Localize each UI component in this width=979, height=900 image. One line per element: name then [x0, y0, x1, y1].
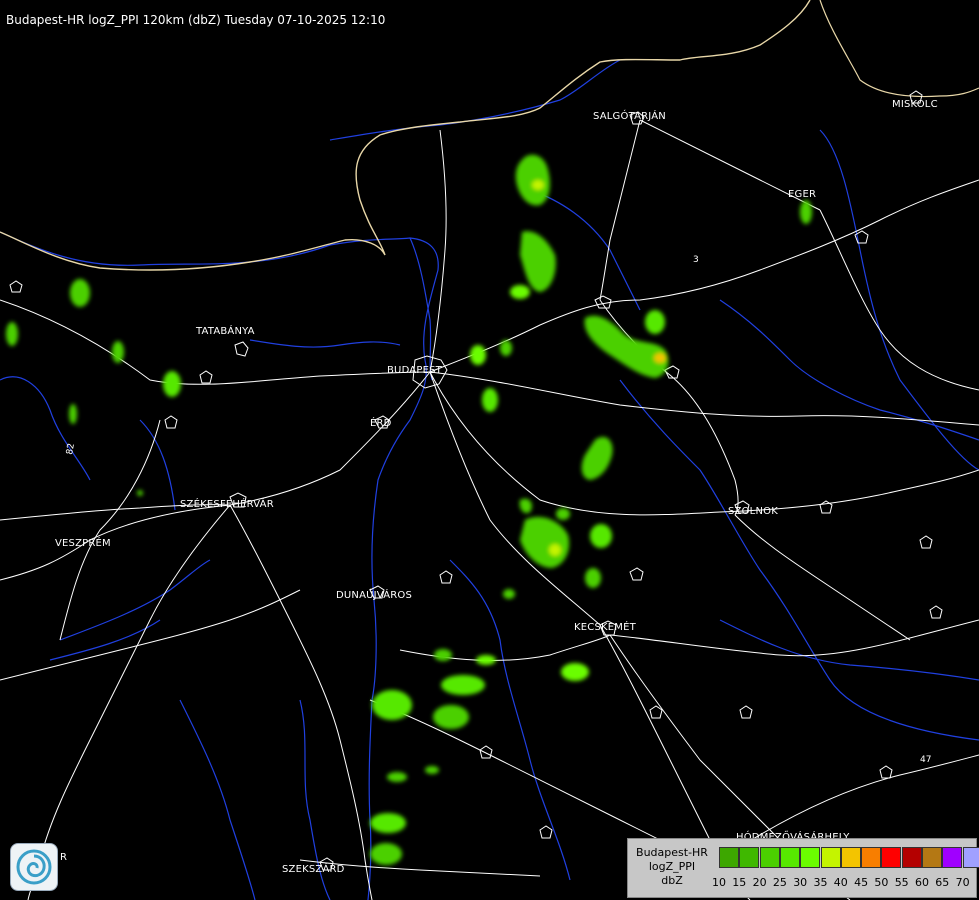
legend-swatch-50: [881, 847, 902, 868]
rivers: [0, 59, 979, 900]
city-label-erd: ÉRD: [370, 418, 392, 429]
legend-swatch-15: [739, 847, 760, 868]
roads: [0, 119, 979, 900]
city-label-szolnok: SZOLNOK: [728, 506, 778, 517]
city-label-eger: EGER: [788, 189, 817, 200]
dbz-legend: Budapest-HR logZ_PPI dbZ 10 15 20 25 30 35 40 4…: [627, 838, 979, 898]
legend-swatch-65: [942, 847, 963, 868]
legend-tick-70: 70: [955, 876, 970, 889]
legend-swatch-40: [840, 847, 861, 868]
road-number: 82: [65, 443, 77, 456]
radar-echoes: [6, 154, 812, 865]
omsz-logo: [10, 843, 58, 891]
legend-unit: dbZ: [661, 874, 683, 887]
legend-swatch-30: [800, 847, 821, 868]
legend-radar-name: Budapest-HR: [636, 846, 708, 859]
city-label-szekszard: SZEKSZÁRD: [282, 864, 345, 875]
city-label-veszprem: VESZPRÉM: [55, 538, 111, 549]
legend-product: logZ_PPI: [648, 860, 696, 873]
legend-swatch-45: [861, 847, 882, 868]
map-title: Budapest-HR logZ_PPI 120km (dbZ) Tuesday…: [6, 13, 386, 27]
city-label-szekesfehervar: SZÉKESFEHÉRVÁR: [180, 499, 274, 510]
city-label-dunaujvaros: DUNAÚJVÁROS: [336, 590, 413, 601]
country-border: [0, 0, 811, 271]
city-label-miskolc: MISKOLC: [892, 99, 938, 110]
legend-swatch-55: [901, 847, 922, 868]
road-number: 3: [693, 255, 699, 265]
radar-map: 82 3 47: [0, 0, 979, 900]
legend-swatch-70: [962, 847, 979, 868]
legend-swatch-20: [759, 847, 780, 868]
city-label-budapest: BUDAPEST: [387, 365, 442, 376]
city-label-kecskemet: KECSKEMÉT: [574, 622, 636, 633]
road-number: 47: [920, 755, 931, 765]
legend-swatch-10: [719, 847, 739, 868]
city-label-tatabanya: TATABÁNYA: [196, 326, 255, 337]
legend-label: Budapest-HR logZ_PPI dbZ: [630, 846, 714, 888]
city-label-salgotarjan: SALGÓTARJÁN: [593, 111, 666, 122]
legend-swatch-25: [779, 847, 800, 868]
legend-swatch-35: [820, 847, 841, 868]
legend-swatch-60: [922, 847, 942, 868]
city-label-partial: R: [60, 852, 68, 863]
